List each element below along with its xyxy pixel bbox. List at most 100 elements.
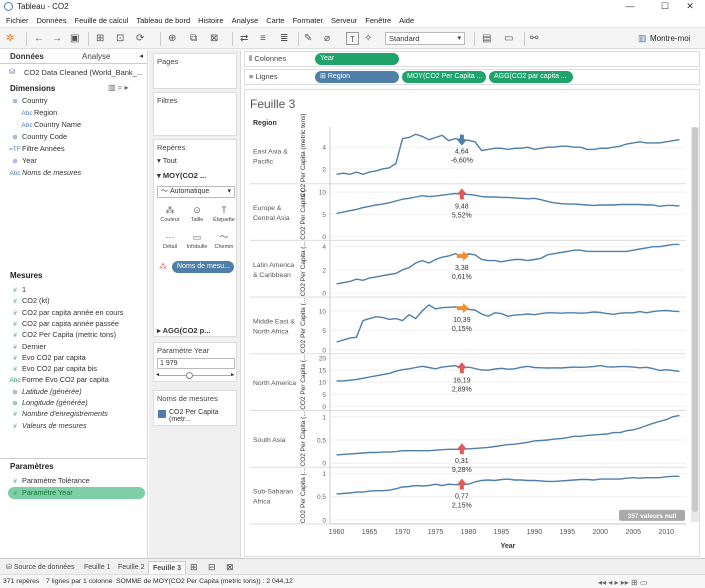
measure-field[interactable]: # Valeurs de mesures — [8, 420, 86, 432]
tooltip-button[interactable]: ▭ Infobulle — [184, 230, 210, 254]
color-button[interactable]: ⁂ Couleur — [157, 203, 183, 227]
new-sheet-icon[interactable]: ⊕ — [168, 32, 176, 45]
tab-sheet3[interactable]: Feuille 3 — [148, 561, 187, 574]
undo-icon[interactable]: ← — [34, 32, 44, 45]
tab-data[interactable]: Données — [10, 52, 44, 61]
menu-carte[interactable]: Carte — [266, 14, 284, 27]
menu-fichier[interactable]: Fichier — [6, 14, 29, 27]
fit-icon[interactable]: ▤ — [482, 32, 491, 45]
mark-type-select[interactable]: 〜 Automatique ▾ — [157, 186, 235, 198]
menu-histoire[interactable]: Histoire — [198, 14, 223, 27]
menu-fenetre[interactable]: Fenêtre — [365, 14, 391, 27]
menu-serveur[interactable]: Serveur — [331, 14, 357, 27]
dimension-field[interactable]: ⊕ Country — [8, 95, 47, 107]
measure-field[interactable]: # CO2 par capita année passée — [8, 318, 119, 330]
rows-pill-region[interactable]: ⊞ Region — [315, 71, 399, 83]
minimize-button[interactable]: — — [615, 0, 645, 14]
dimension-field[interactable]: =TFFiltre Années — [8, 143, 64, 155]
param-year-slider[interactable] — [158, 375, 234, 376]
presentation-icon[interactable]: ▭ — [504, 32, 513, 45]
menu-feuille[interactable]: Feuille de calcul — [75, 14, 129, 27]
measure-field[interactable]: #1 — [8, 284, 26, 296]
filters-card[interactable]: Filtres — [153, 92, 237, 136]
redo-icon[interactable]: → — [52, 32, 62, 45]
columns-shelf[interactable]: ⦀ Colonnes Year — [244, 51, 700, 67]
measure-field[interactable]: # CO2 Per Capita (metric tons) — [8, 329, 116, 341]
save-icon[interactable]: ▣ — [70, 32, 79, 45]
param-year-input[interactable]: 1 979 — [157, 358, 235, 369]
sort-asc-icon[interactable]: ≡ — [260, 32, 266, 45]
measure-field[interactable]: # CO2 par capita année en cours — [8, 307, 123, 319]
sort-desc-icon[interactable]: ≣ — [280, 32, 288, 45]
clear-sheet-icon[interactable]: ⊠ — [210, 32, 218, 45]
measure-field[interactable]: # Evo CO2 par capita — [8, 352, 86, 364]
tab-sheet1[interactable]: Feuille 1 — [80, 561, 114, 574]
rows-pill-agg[interactable]: AGG(CO2 par capita ... — [489, 71, 573, 83]
region-label: Pacific — [253, 158, 274, 165]
measure-names-pill[interactable]: Noms de mesu... — [172, 261, 234, 273]
fix-axes-icon[interactable]: ✧ — [364, 32, 372, 45]
pane-menu-icon[interactable]: ◂ — [139, 52, 143, 60]
pages-card[interactable]: Pages — [153, 53, 237, 89]
measures-title: Mesures — [10, 271, 43, 280]
measure-field[interactable]: # Dernier — [8, 341, 46, 353]
labels-icon[interactable]: T — [346, 32, 359, 45]
parameter-field[interactable]: # Paramètre Tolérance — [8, 475, 89, 487]
tab-analysis[interactable]: Analyse — [82, 52, 110, 61]
measure-field[interactable]: AbcForme Evo CO2 par capita — [8, 374, 108, 386]
tableau-start-icon[interactable]: ✲ — [6, 32, 14, 45]
size-button[interactable]: ⊙ Taille — [184, 203, 210, 227]
pause-updates-icon[interactable]: ⊡ — [116, 32, 124, 45]
close-button[interactable]: ✕ — [675, 0, 705, 14]
menu-tableau-de-bord[interactable]: Tableau de bord — [136, 14, 190, 27]
dimension-field[interactable]: AbcRegion — [20, 107, 57, 119]
new-story-icon[interactable]: ⊠ — [222, 561, 238, 574]
y-tick-label: 1 — [322, 414, 326, 421]
new-datasource-icon[interactable]: ⊞ — [96, 32, 104, 45]
share-icon[interactable]: ⚯ — [530, 32, 538, 45]
legend-item[interactable]: CO2 Per Capita (metr... — [169, 409, 236, 423]
menu-analyse[interactable]: Analyse — [232, 14, 259, 27]
dimension-field[interactable]: ⊛ Year — [8, 155, 36, 167]
nav-arrows-icon[interactable]: ◂◂ ◂ ▸ ▸▸ ⊞ ▭ — [598, 578, 647, 587]
slider-thumb[interactable] — [186, 372, 193, 379]
measure-field[interactable]: ⊕ Longitude (générée) — [8, 397, 87, 409]
sheet-tabs-bar: ⛁ Source de données Feuille 1 Feuille 2 … — [0, 558, 705, 574]
marks-layer-moy[interactable]: ▾ MOY(CO2 ... — [157, 171, 206, 180]
new-worksheet-icon[interactable]: ⊞ — [186, 561, 202, 574]
measure-field[interactable]: # Evo CO2 par capita bis — [8, 363, 97, 375]
marks-layer-agg[interactable]: ▸ AGG(CO2 p... — [157, 326, 211, 335]
dimension-field[interactable]: AbcCountry Name — [20, 119, 81, 131]
tab-datasource[interactable]: ⛁ Source de données — [2, 561, 79, 574]
marks-all[interactable]: ▾ Tout — [157, 156, 177, 165]
data-label-change: 0,15% — [452, 326, 472, 333]
dimension-field[interactable]: AbcNoms de mesures — [8, 167, 81, 179]
tab-sheet2[interactable]: Feuille 2 — [114, 561, 148, 574]
detail-button[interactable]: ⋯ Détail — [157, 230, 183, 254]
field-type-icon: # — [13, 490, 17, 497]
rows-shelf[interactable]: ≡ Lignes ⊞ Region MOY(CO2 Per Capita ...… — [244, 69, 700, 85]
columns-pill-year[interactable]: Year — [315, 53, 399, 65]
show-me-button[interactable]: Montre-moi — [650, 32, 690, 45]
highlight-icon[interactable]: ✎ — [304, 32, 312, 45]
datasource-row[interactable]: ⛁ CO2 Data Cleaned (World_Bank_... — [0, 64, 147, 80]
swap-icon[interactable]: ⇄ — [240, 32, 248, 45]
path-button[interactable]: 〜 Chemin — [211, 230, 237, 254]
new-dashboard-icon[interactable]: ⊟ — [204, 561, 220, 574]
measure-field[interactable]: # Nombre d'enregistrements — [8, 408, 108, 420]
measure-field[interactable]: # CO2 (kt) — [8, 295, 49, 307]
refresh-icon[interactable]: ⟳ — [136, 32, 144, 45]
duplicate-sheet-icon[interactable]: ⧉ — [190, 32, 197, 45]
menu-aide[interactable]: Aide — [399, 14, 414, 27]
group-icon[interactable]: ⌀ — [324, 32, 330, 45]
label-button[interactable]: T Étiquette — [211, 203, 237, 227]
rows-pill-moy[interactable]: MOY(CO2 Per Capita ... — [402, 71, 486, 83]
measure-field[interactable]: ⊕ Latitude (générée) — [8, 386, 81, 398]
dimensions-tools-icon[interactable]: ▥ ⌕ ▸ — [108, 83, 129, 93]
menu-formater[interactable]: Formater — [293, 14, 323, 27]
parameter-field[interactable]: # Paramètre Year — [8, 487, 145, 499]
dimension-field[interactable]: ⊕ Country Code — [8, 131, 67, 143]
mark-type-dropdown[interactable]: Standard — [385, 32, 465, 45]
menu-donnees[interactable]: Données — [37, 14, 67, 27]
x-tick-label: 1965 — [362, 529, 378, 536]
